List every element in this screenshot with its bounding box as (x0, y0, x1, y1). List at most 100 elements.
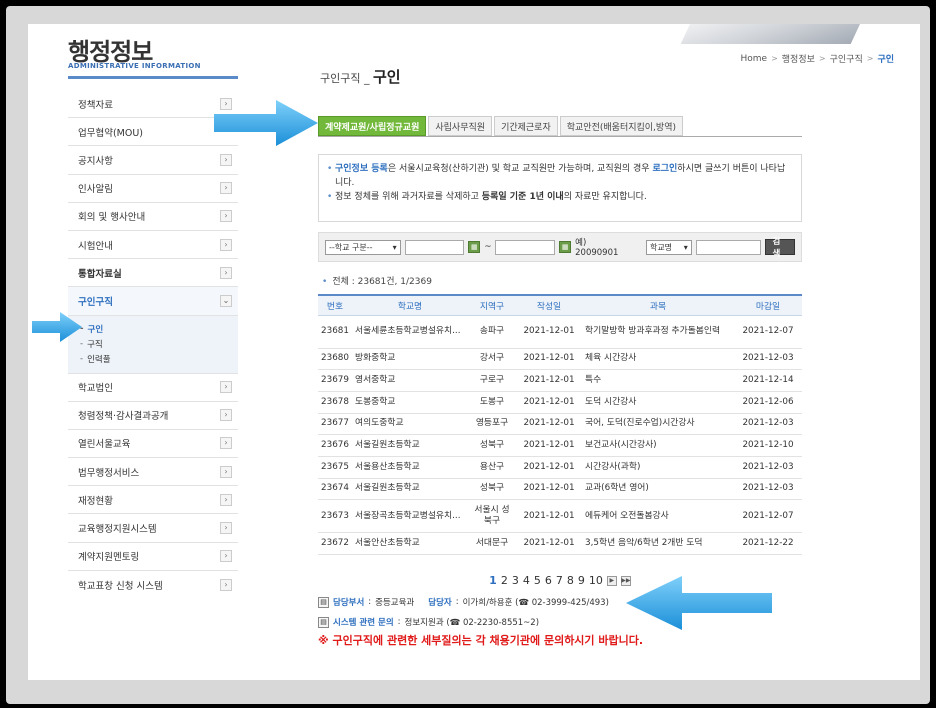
sidebar-item-finance[interactable]: 재정현황 › (68, 486, 238, 515)
sidebar-item-label: 구인구직 (78, 296, 113, 308)
cell-date: 2021-12-01 (516, 315, 582, 349)
sidebar-item-mou[interactable]: 업무협약(MOU) (68, 118, 238, 147)
cell-subject[interactable]: 에듀케어 오전돌봄강사 (582, 499, 734, 534)
page-link[interactable]: 3 (512, 574, 519, 587)
table-row[interactable]: 23679 영서중학교 구로구 2021-12-01 특수 2021-12-14 (318, 369, 802, 392)
cell-deadline: 2021-12-03 (734, 348, 802, 371)
sidebar-item-recruitment[interactable]: 구인구직 ⌄ (68, 287, 238, 316)
sidebar-item-legal[interactable]: 법무행정서비스 › (68, 458, 238, 487)
chevron-right-icon: › (220, 381, 232, 394)
page-link[interactable]: 2 (501, 574, 508, 587)
cell-subject[interactable]: 체육 시간강사 (582, 348, 734, 371)
cell-school[interactable]: 서울세륜초등학교병설유치... (352, 315, 468, 349)
submenu-item-talent-pool[interactable]: 인력풀 (80, 352, 238, 367)
cell-deadline: 2021-12-03 (734, 456, 802, 479)
cell-subject[interactable]: 도덕 시간강사 (582, 391, 734, 414)
sidebar-item-award-system[interactable]: 학교표창 신청 시스템 › (68, 571, 238, 599)
tab-school-safety[interactable]: 학교안전(배움터지킴이,방역) (559, 116, 683, 136)
cell-subject[interactable]: 시간강사(과학) (582, 456, 734, 479)
cell-date: 2021-12-01 (516, 434, 582, 457)
calendar-icon[interactable]: ▦ (468, 241, 481, 253)
next-page-icon[interactable]: ▶ (606, 575, 617, 586)
table-row[interactable]: 23676 서울길원초등학교 성북구 2021-12-01 보건교사(시간강사)… (318, 434, 802, 457)
submenu-item-jobs[interactable]: 구인 (80, 322, 238, 337)
sidebar-item-personnel[interactable]: 인사알림 › (68, 175, 238, 203)
table-row[interactable]: 23672 서울안산초등학교 서대문구 2021-12-01 3,5학년 음악/… (318, 532, 802, 555)
table-row[interactable]: 23681 서울세륜초등학교병설유치... 송파구 2021-12-01 학기말… (318, 315, 802, 349)
table-row[interactable]: 23678 도봉중학교 도봉구 2021-12-01 도덕 시간강사 2021-… (318, 391, 802, 414)
sidebar-item-exams[interactable]: 시험안내 › (68, 231, 238, 260)
tab-contract-teacher[interactable]: 계약제교원/사립정규교원 (318, 116, 427, 136)
cell-no: 23674 (318, 478, 352, 501)
sidebar-item-admin-system[interactable]: 교육행정지원시스템 › (68, 514, 238, 543)
search-input[interactable] (695, 239, 762, 255)
cell-school[interactable]: 서울용산초등학교 (352, 456, 468, 479)
cell-date: 2021-12-01 (516, 348, 582, 371)
sidebar-item-integrity[interactable]: 청렴정책·감사결과공개 › (68, 402, 238, 430)
breadcrumb-home[interactable]: Home (741, 54, 768, 64)
search-button[interactable]: 검색 (765, 237, 796, 259)
table-row[interactable]: 23674 서울길원초등학교 성북구 2021-12-01 교과(6학년 영어)… (318, 478, 802, 501)
warning-text: ※ 구인구직에 관련한 세부질의는 각 채용기관에 문의하시기 바랍니다. (318, 634, 644, 647)
cell-subject[interactable]: 보건교사(시간강사) (582, 434, 734, 457)
cell-subject[interactable]: 국어, 도덕(진로수업)시간강사 (582, 413, 734, 436)
cell-subject[interactable]: 학기말방학 방과후과정 추가돌봄인력 (582, 315, 734, 349)
sidebar-item-label: 재정현황 (78, 495, 113, 507)
notice-line-1: 구인정보 등록은 서울시교육청(산하기관) 및 학교 교직원만 가능하며, 교직… (327, 163, 793, 191)
contact-colon: : (368, 597, 372, 607)
sidebar-item-school-corp[interactable]: 학교법인 › (68, 374, 238, 402)
end-date-input[interactable] (495, 239, 556, 255)
submenu-item-seekers[interactable]: 구직 (80, 337, 238, 352)
page-link[interactable]: 7 (556, 574, 563, 587)
breadcrumb-item[interactable]: 구인구직 (830, 52, 863, 65)
cell-school[interactable]: 서울길원초등학교 (352, 478, 468, 501)
breadcrumb-item[interactable]: 행정정보 (782, 52, 815, 65)
cell-school[interactable]: 도봉중학교 (352, 391, 468, 414)
page-link[interactable]: 4 (523, 574, 530, 587)
table-row[interactable]: 23677 여의도중학교 영등포구 2021-12-01 국어, 도덕(진로수업… (318, 413, 802, 436)
title-underline (68, 76, 238, 79)
sidebar-item-notice[interactable]: 공지사항 › (68, 146, 238, 175)
page-link[interactable]: 9 (578, 574, 585, 587)
page-link[interactable]: 6 (545, 574, 552, 587)
page-link[interactable]: 10 (589, 574, 603, 587)
sidebar-item-policy[interactable]: 정책자료 › (68, 90, 238, 119)
date-range-separator: ~ (484, 242, 492, 252)
cell-subject[interactable]: 특수 (582, 369, 734, 392)
page-link-current[interactable]: 1 (489, 574, 497, 587)
header-decoration (680, 24, 870, 44)
tab-fixed-term-worker[interactable]: 기간제근로자 (494, 116, 558, 136)
sidebar-item-contract-mentoring[interactable]: 계약지원멘토링 › (68, 543, 238, 571)
table-row[interactable]: 23673 서울장곡초등학교병설유치... 서울시 성북구 2021-12-01… (318, 499, 802, 534)
contact-label: 담당자 (428, 598, 452, 608)
col-header-deadline: 마감일 (734, 295, 802, 316)
tab-private-staff[interactable]: 사립사무직원 (428, 116, 493, 136)
cell-date: 2021-12-01 (516, 532, 582, 555)
page-link[interactable]: 5 (534, 574, 541, 587)
cell-school[interactable]: 서울안산초등학교 (352, 532, 468, 555)
sidebar-item-open-edu[interactable]: 열린서울교육 › (68, 430, 238, 459)
cell-region: 성북구 (468, 478, 516, 501)
table-row[interactable]: 23680 방화중학교 강서구 2021-12-01 체육 시간강사 2021-… (318, 348, 802, 371)
arrow-right-icon (32, 312, 82, 342)
cell-school[interactable]: 서울길원초등학교 (352, 434, 468, 457)
cell-school[interactable]: 서울장곡초등학교병설유치... (352, 499, 468, 534)
sidebar-item-meetings[interactable]: 회의 및 행사안내 › (68, 203, 238, 231)
start-date-input[interactable] (404, 239, 465, 255)
school-type-select[interactable]: --학교 구분-- ▾ (325, 239, 401, 255)
chevron-down-icon: ⌄ (220, 294, 232, 307)
page-link[interactable]: 8 (567, 574, 574, 587)
cell-school[interactable]: 방화중학교 (352, 348, 468, 371)
calendar-icon[interactable]: ▦ (559, 241, 572, 253)
notice-highlight: 로그인 (652, 164, 678, 174)
cell-subject[interactable]: 3,5학년 음악/6학년 2개반 도덕 (582, 532, 734, 555)
cell-school[interactable]: 영서중학교 (352, 369, 468, 392)
cell-subject[interactable]: 교과(6학년 영어) (582, 478, 734, 501)
search-field-select[interactable]: 학교명 ▾ (645, 239, 692, 255)
cell-no: 23678 (318, 391, 352, 414)
sidebar-item-archive[interactable]: 통합자료실 › (68, 259, 238, 288)
cell-school[interactable]: 여의도중학교 (352, 413, 468, 436)
contact-system-value: 정보지원과 (☎ 02-2230-8551~2) (404, 618, 540, 628)
search-bar: --학교 구분-- ▾ ▦ ~ ▦ 예) 20090901 학교명 ▾ 검색 (318, 232, 802, 262)
table-row[interactable]: 23675 서울용산초등학교 용산구 2021-12-01 시간강사(과학) 2… (318, 456, 802, 479)
